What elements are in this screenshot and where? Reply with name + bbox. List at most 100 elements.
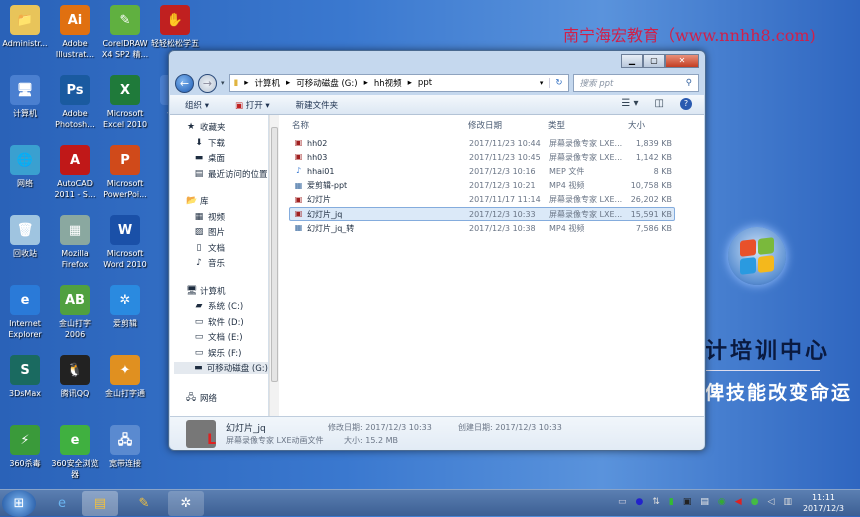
keyboard-icon[interactable]: ▭	[618, 497, 627, 507]
file-row[interactable]: ▣ hh03 2017/11/23 10:45 屏幕录像专家 LXE... 1,142 …	[289, 150, 675, 164]
breadcrumb-item[interactable]: ppt	[418, 78, 432, 88]
nav-item[interactable]: ⬇ 下载	[194, 137, 225, 149]
app-icon: ✋	[160, 5, 190, 35]
mute-icon[interactable]: ◀	[735, 497, 742, 507]
detail-modified: 修改日期: 2017/12/3 10:33	[328, 423, 432, 432]
help-icon[interactable]: ?	[680, 98, 692, 110]
desktop-icon[interactable]: ⚡ 360杀毒	[0, 425, 52, 469]
app-icon: e	[60, 425, 90, 455]
desktop-icon[interactable]: e Internet Explorer	[0, 285, 52, 340]
app-icon: 🖥	[10, 75, 40, 105]
address-dropdown-icon[interactable]: ▾	[540, 79, 544, 87]
recorder-icon[interactable]: ▣	[683, 497, 692, 507]
network-tray-icon[interactable]: ⇅	[652, 497, 660, 507]
clock[interactable]: 11:11 2017/12/3	[803, 492, 844, 514]
start-button[interactable]: ⊞	[2, 490, 36, 517]
desktop-icon[interactable]: e 360安全浏览器	[48, 425, 102, 480]
desktop-icon[interactable]: X Microsoft Excel 2010	[98, 75, 152, 130]
refresh-icon[interactable]: ↻	[549, 78, 567, 88]
file-row[interactable]: ▣ 幻灯片 2017/11/17 11:14 屏幕录像专家 LXE... 26,202 …	[289, 193, 675, 207]
app-icon: 🌐	[10, 145, 40, 175]
nav-icon: ♪	[196, 258, 202, 268]
desktop-icon[interactable]: ✦ 金山打字通	[98, 355, 152, 399]
nav-item[interactable]: ▭ 软件 (D:)	[194, 316, 244, 328]
desktop-icon[interactable]: ▦ Mozilla Firefox	[48, 215, 102, 270]
device-icon[interactable]: ●	[751, 497, 759, 507]
file-row[interactable]: ♪ hhai01 2017/12/3 10:16 MEP 文件 8 KB	[289, 164, 675, 178]
forward-button[interactable]: →	[198, 73, 217, 93]
nav-item[interactable]: ▭ 文档 (E:)	[194, 331, 243, 343]
security-icon[interactable]: ◉	[718, 497, 726, 507]
recent-dropdown-icon[interactable]: ▾	[221, 79, 225, 87]
help-tray-icon[interactable]: ●	[636, 497, 644, 507]
desktop-icon[interactable]: ✎ CorelDRAW X4 SP2 精...	[98, 5, 152, 60]
desktop-icon[interactable]: 🐧 腾讯QQ	[48, 355, 102, 399]
nav-item[interactable]: ▬ 桌面	[194, 152, 225, 164]
organize-button[interactable]: 组织 ▾	[185, 99, 209, 111]
printer-icon[interactable]: ▤	[700, 497, 709, 507]
desktop-icon[interactable]: Ps Adobe Photosh...	[48, 75, 102, 130]
nav-item[interactable]: ▨ 图片	[194, 226, 225, 238]
detail-type: 屏幕录像专家 LXE动画文件	[226, 436, 324, 445]
taskbar-explorer[interactable]: ▤	[82, 491, 118, 516]
desktop-icon[interactable]: A AutoCAD 2011 - S...	[48, 145, 102, 200]
file-row[interactable]: ▦ 幻灯片_jq_转 2017/12/3 10:38 MP4 视频 7,586 KB	[289, 221, 675, 235]
new-folder-button[interactable]: 新建文件夹	[296, 99, 339, 111]
nav-item[interactable]: ♪ 音乐	[194, 257, 225, 269]
desktop-icon[interactable]: 🖧 宽带连接	[98, 425, 152, 469]
action-center-icon[interactable]: ▥	[783, 497, 792, 507]
search-input[interactable]: 搜索 ppt ⚲	[572, 74, 699, 92]
app-icon: A	[60, 145, 90, 175]
desktop-icon[interactable]: 🌐 网络	[0, 145, 52, 189]
taskbar-ie[interactable]: e	[44, 491, 80, 516]
close-button[interactable]: ✕	[665, 54, 699, 68]
taskbar-app[interactable]: ✎	[126, 491, 162, 516]
usb-icon[interactable]: ▮	[669, 497, 674, 507]
nav-item[interactable]: ★ 收藏夹	[186, 121, 226, 133]
windows-logo-icon	[728, 227, 786, 285]
desktop-icon[interactable]: 🖥 计算机	[0, 75, 52, 119]
column-date[interactable]: 修改日期	[468, 119, 502, 131]
maximize-button[interactable]: ▢	[643, 54, 665, 68]
desktop-icon[interactable]: W Microsoft Word 2010	[98, 215, 152, 270]
desktop-icon[interactable]: ✲ 爱剪辑	[98, 285, 152, 329]
desktop-icon[interactable]: P Microsoft PowerPoi...	[98, 145, 152, 200]
desktop-icon[interactable]: Ai Adobe Illustrat...	[48, 5, 102, 60]
nav-item[interactable]: 🖧 网络	[186, 390, 217, 406]
desktop-icon[interactable]: 🗑 回收站	[0, 215, 52, 259]
column-name[interactable]: 名称	[292, 119, 309, 131]
address-bar[interactable]: ▮ ▸ 计算机 ▸ 可移动磁盘 (G:) ▸ hh视频 ▸ ppt ▾ ↻	[228, 74, 569, 92]
view-options-icon[interactable]: ☰ ▾	[621, 98, 638, 110]
nav-item[interactable]: ▦ 视频	[194, 211, 225, 223]
nav-item[interactable]: 🖥 计算机	[186, 285, 226, 297]
file-row[interactable]: ▦ 爱剪辑-ppt 2017/12/3 10:21 MP4 视频 10,758 KB	[289, 179, 675, 193]
nav-item[interactable]: ▬ 可移动磁盘 (G:)	[174, 362, 268, 374]
breadcrumb-item[interactable]: 计算机	[254, 77, 280, 89]
breadcrumb-item[interactable]: 可移动磁盘 (G:)	[296, 77, 357, 89]
nav-item[interactable]: ▭ 娱乐 (F:)	[194, 347, 242, 359]
nav-item[interactable]: 📂 库	[186, 195, 209, 207]
preview-pane-icon[interactable]: ◫	[655, 98, 664, 110]
mp4-file-icon: ▦	[294, 180, 303, 190]
nav-item[interactable]: ▤ 最近访问的位置	[194, 168, 268, 180]
volume-icon[interactable]: ◁	[768, 497, 775, 507]
desktop-icon-label: 回收站	[13, 249, 37, 258]
nav-item[interactable]: ▯ 文档	[194, 242, 226, 254]
breadcrumb-item[interactable]: hh视频	[374, 77, 402, 89]
desktop-icon[interactable]: 📁 Administr...	[0, 5, 52, 49]
nav-scrollbar[interactable]	[269, 115, 279, 416]
column-type[interactable]: 类型	[548, 119, 565, 131]
column-size[interactable]: 大小	[628, 119, 645, 131]
file-row[interactable]: ▣ hh02 2017/11/23 10:44 屏幕录像专家 LXE... 1,839 …	[289, 136, 675, 150]
desktop-icon[interactable]: S 3DsMax	[0, 355, 52, 399]
desktop-icon[interactable]: AB 金山打字 2006	[48, 285, 102, 340]
open-button[interactable]: ▣ 打开 ▾	[235, 99, 270, 111]
desktop-icon-label: 金山打字通	[105, 389, 145, 398]
nav-item[interactable]: ▰ 系统 (C:)	[194, 300, 244, 312]
file-row[interactable]: ▣ 幻灯片_jq 2017/12/3 10:33 屏幕录像专家 LXE... 15,59…	[289, 207, 675, 221]
taskbar-aijianji[interactable]: ✲	[168, 491, 204, 516]
back-button[interactable]: ←	[175, 73, 194, 93]
desktop-icon-label: Microsoft PowerPoi...	[103, 179, 147, 199]
desktop-icon-label: 腾讯QQ	[60, 389, 90, 398]
minimize-button[interactable]: ▁	[621, 54, 643, 68]
